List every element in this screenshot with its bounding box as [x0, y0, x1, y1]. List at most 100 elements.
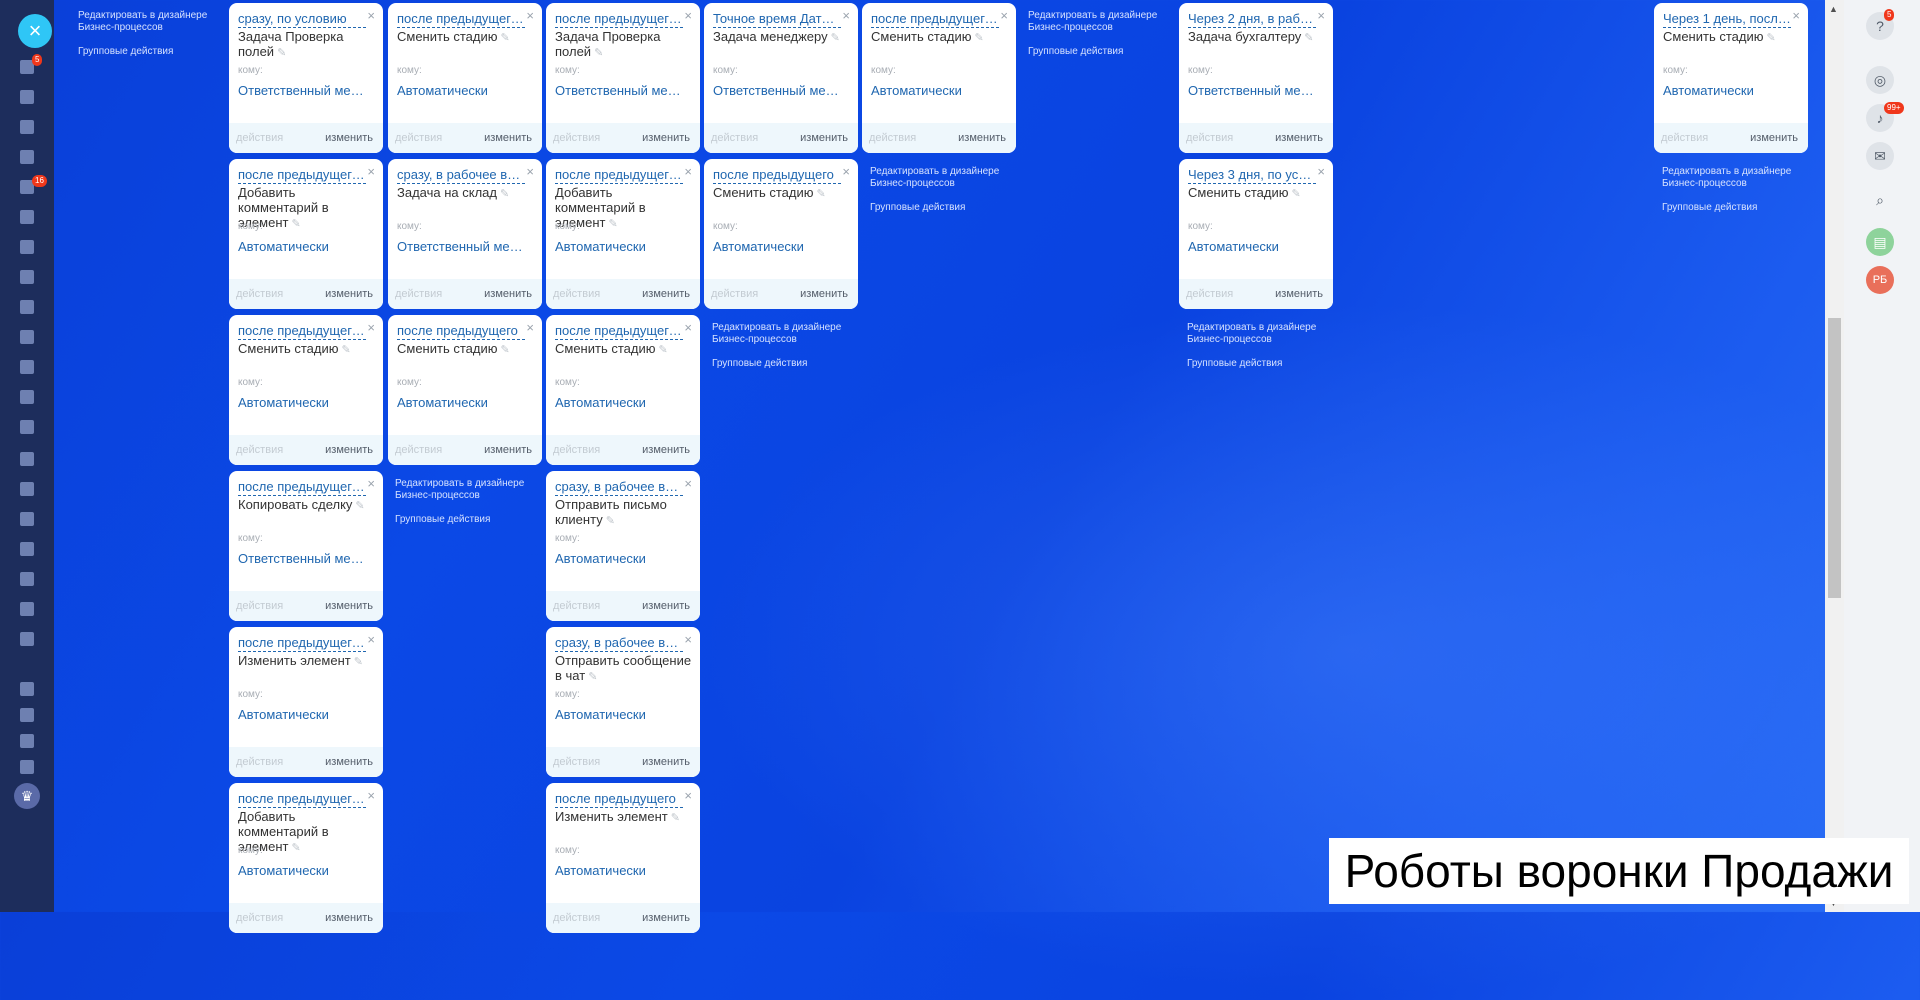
storage-icon[interactable] [20, 360, 34, 374]
edit-link[interactable]: изменить [800, 132, 848, 144]
recipient-value[interactable]: Ответственный менеджер [397, 239, 525, 254]
edit-link[interactable]: изменить [1275, 132, 1323, 144]
robot-card[interactable]: после предыдущего × Сменить стадию ✎ кому: Ав… [704, 159, 858, 309]
pencil-icon[interactable]: ✎ [608, 218, 617, 230]
actions-link[interactable]: действия [1186, 132, 1233, 144]
edit-link[interactable]: изменить [325, 756, 373, 768]
robot-trigger[interactable]: после предыдущего [397, 323, 525, 340]
robot-card[interactable]: Через 1 день, после предыдущего× Сменить … [1654, 3, 1808, 153]
actions-link[interactable]: действия [1661, 132, 1708, 144]
close-icon[interactable]: × [367, 8, 375, 23]
robot-card[interactable]: после предыдущего, по условию× Изменить э… [229, 627, 383, 777]
robot-card[interactable]: после предыдущего, по условию× Сменить ст… [388, 3, 542, 153]
robot-trigger[interactable]: сразу, в рабочее время [555, 479, 683, 496]
actions-link[interactable]: действия [395, 288, 442, 300]
pencil-icon[interactable]: ✎ [594, 47, 603, 59]
edit-link[interactable]: изменить [642, 912, 690, 924]
pencil-icon[interactable]: ✎ [606, 515, 615, 527]
robot-card[interactable]: Точное время Дата по условию× Задача мене… [704, 3, 858, 153]
robot-trigger[interactable]: после предыдущего, по условию [238, 791, 366, 808]
recipient-value[interactable]: Ответственный менеджер [1188, 83, 1316, 98]
edit-bp-link[interactable]: Редактировать в дизайнере Бизнес-процесс… [712, 322, 852, 346]
recipient-value[interactable]: Автоматически [238, 863, 366, 878]
recipient-value[interactable]: Автоматически [397, 83, 525, 98]
pencil-icon[interactable]: ✎ [500, 32, 509, 44]
edit-link[interactable]: изменить [484, 444, 532, 456]
actions-link[interactable]: действия [711, 132, 758, 144]
actions-link[interactable]: действия [236, 600, 283, 612]
search-icon[interactable]: ⌕ [1866, 186, 1894, 214]
settings-icon[interactable] [20, 734, 34, 748]
edit-bp-link[interactable]: Редактировать в дизайнере Бизнес-процесс… [1662, 166, 1802, 190]
recipient-value[interactable]: Ответственный менеджер [555, 83, 683, 98]
close-icon[interactable]: × [1792, 8, 1800, 23]
pencil-icon[interactable]: ✎ [658, 344, 667, 356]
recipient-value[interactable]: Автоматически [713, 239, 841, 254]
robot-card[interactable]: после предыдущего, по условию×Добавить к… [229, 159, 383, 309]
robot-card[interactable]: после предыдущего × Сменить стадию ✎ кому: Ав… [388, 315, 542, 465]
edit-link[interactable]: изменить [642, 444, 690, 456]
recipient-value[interactable]: Ответственный менеджер [238, 83, 366, 98]
pencil-icon[interactable]: ✎ [355, 500, 364, 512]
automation-icon[interactable] [20, 210, 34, 224]
actions-link[interactable]: действия [711, 288, 758, 300]
close-icon[interactable]: × [684, 476, 692, 491]
edit-bp-link[interactable]: Редактировать в дизайнере Бизнес-процесс… [395, 478, 535, 502]
group-actions-link[interactable]: Групповые действия [395, 514, 535, 526]
actions-link[interactable]: действия [553, 756, 600, 768]
actions-link[interactable]: действия [553, 600, 600, 612]
notes-icon[interactable]: ▤ [1866, 228, 1894, 256]
close-icon[interactable]: × [367, 476, 375, 491]
robot-card[interactable]: Через 3 дня, по условию× Сменить стадию✎ к… [1179, 159, 1333, 309]
crown-icon[interactable]: ♛ [14, 783, 40, 809]
recipient-value[interactable]: Автоматически [555, 395, 683, 410]
close-icon[interactable]: × [842, 8, 850, 23]
close-icon[interactable]: × [684, 8, 692, 23]
edit-link[interactable]: изменить [484, 132, 532, 144]
robot-card[interactable]: после предыдущего, по условию×Добавить к… [546, 159, 700, 309]
robot-card[interactable]: после предыдущего, по условию× Сменить ст… [229, 315, 383, 465]
robot-trigger[interactable]: после предыдущего, по условию [238, 167, 366, 184]
pencil-icon[interactable]: ✎ [974, 32, 983, 44]
edit-link[interactable]: изменить [325, 444, 373, 456]
robot-trigger[interactable]: после предыдущего, по условию [555, 11, 683, 28]
close-icon[interactable]: × [1000, 8, 1008, 23]
actions-link[interactable]: действия [236, 132, 283, 144]
reports-icon[interactable] [20, 452, 34, 466]
robot-trigger[interactable]: после предыдущего, по условию [397, 11, 525, 28]
recipient-value[interactable]: Автоматически [238, 239, 366, 254]
robot-trigger[interactable]: после предыдущего, по условию [871, 11, 999, 28]
edit-bp-link[interactable]: Редактировать в дизайнере Бизнес-процесс… [78, 10, 218, 34]
pencil-icon[interactable]: ✎ [291, 218, 300, 230]
inventory-icon[interactable] [20, 512, 34, 526]
robot-trigger[interactable]: после предыдущего [713, 167, 841, 184]
forms-icon[interactable] [20, 572, 34, 586]
robot-card[interactable]: сразу, в рабочее время × Задача на склад ✎ к… [388, 159, 542, 309]
robot-trigger[interactable]: Точное время Дата по условию [713, 11, 841, 28]
close-icon[interactable]: × [367, 320, 375, 335]
robot-card[interactable]: сразу, по условию × Задача Проверка полей ✎… [229, 3, 383, 153]
groups-icon[interactable] [20, 420, 34, 434]
edit-link[interactable]: изменить [1750, 132, 1798, 144]
edit-link[interactable]: изменить [642, 288, 690, 300]
sign-icon[interactable] [20, 602, 34, 616]
structure-icon[interactable] [20, 708, 34, 722]
plus-icon[interactable] [20, 760, 34, 774]
close-icon[interactable]: × [526, 8, 534, 23]
actions-link[interactable]: действия [236, 444, 283, 456]
pencil-icon[interactable]: ✎ [816, 188, 825, 200]
home-icon[interactable] [20, 90, 34, 104]
edit-link[interactable]: изменить [325, 912, 373, 924]
close-icon[interactable]: × [684, 788, 692, 803]
scroll-thumb[interactable] [1828, 318, 1841, 598]
actions-link[interactable]: действия [553, 912, 600, 924]
group-actions-link[interactable]: Групповые действия [870, 202, 1010, 214]
edit-link[interactable]: изменить [484, 288, 532, 300]
pencil-icon[interactable]: ✎ [1766, 32, 1775, 44]
pencil-icon[interactable]: ✎ [341, 344, 350, 356]
recipient-value[interactable]: Автоматически [1188, 239, 1316, 254]
robot-trigger[interactable]: после предыдущего, по условию [238, 479, 366, 496]
group-actions-link[interactable]: Групповые действия [1028, 46, 1168, 58]
pencil-icon[interactable]: ✎ [831, 32, 840, 44]
actions-link[interactable]: действия [553, 444, 600, 456]
